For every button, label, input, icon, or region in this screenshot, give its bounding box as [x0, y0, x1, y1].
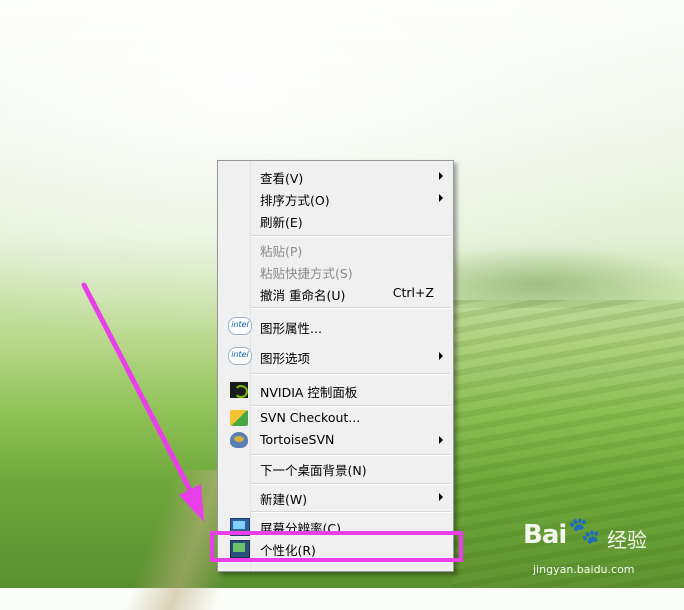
arrow-head: [179, 484, 204, 522]
paw-icon: 🐾: [568, 516, 601, 546]
baidu-logo: Bai: [523, 520, 567, 550]
annotation-arrow: [81, 282, 204, 522]
watermark-url: jingyan.baidu.com: [533, 563, 635, 576]
watermark-product: 经验: [607, 528, 647, 552]
arrow-shaft: [81, 282, 193, 493]
baidu-watermark: Bai 🐾 经验 jingyan.baidu.com: [523, 516, 673, 580]
highlight-box: [210, 531, 463, 562]
